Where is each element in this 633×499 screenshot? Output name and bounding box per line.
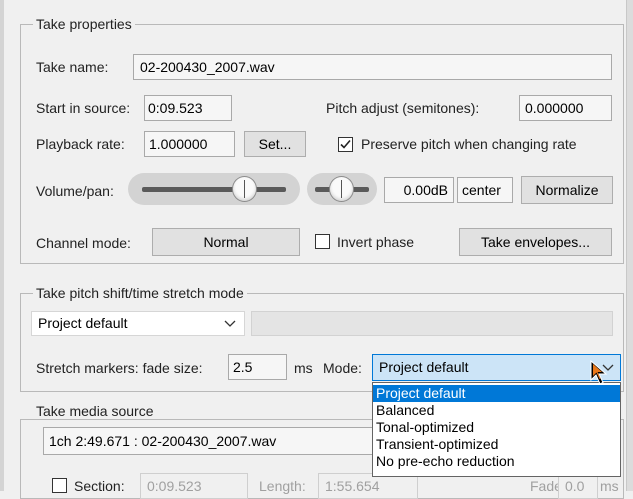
preserve-pitch-checkbox[interactable] xyxy=(338,137,353,152)
fade-size-ms-label: ms xyxy=(294,360,313,376)
normalize-button[interactable]: Normalize xyxy=(521,176,613,204)
pitch-adjust-label: Pitch adjust (semitones): xyxy=(326,100,480,116)
start-in-source-label: Start in source: xyxy=(36,100,131,116)
dropdown-option-transient-optimized[interactable]: Transient-optimized xyxy=(373,436,620,453)
window-left-border xyxy=(0,0,4,491)
section-label: Section: xyxy=(74,478,125,494)
fade-ms-label: ms xyxy=(600,478,619,494)
dropdown-option-no-pre-echo-reduction[interactable]: No pre-echo reduction xyxy=(373,453,620,470)
mouse-cursor-icon xyxy=(590,360,608,385)
stretch-mode-dropdown-list: Project default Balanced Tonal-optimized… xyxy=(372,382,621,477)
dropdown-option-project-default[interactable]: Project default xyxy=(373,385,620,402)
take-envelopes-button[interactable]: Take envelopes... xyxy=(459,228,612,256)
stretch-mode-label: Mode: xyxy=(323,360,362,376)
invert-phase-checkbox[interactable] xyxy=(315,234,330,249)
invert-phase-label[interactable]: Invert phase xyxy=(337,233,414,251)
pitch-shift-mode-value: Project default xyxy=(38,315,128,331)
volume-input[interactable]: 0.00dB xyxy=(384,177,454,203)
checkmark-icon xyxy=(340,139,351,149)
channel-mode-label: Channel mode: xyxy=(36,235,131,251)
stretch-markers-label: Stretch markers: fade size: xyxy=(36,360,203,376)
stretch-mode-value: Project default xyxy=(379,359,469,375)
take-properties-title: Take properties xyxy=(33,16,135,32)
volume-pan-label: Volume/pan: xyxy=(36,183,114,199)
take-name-input[interactable]: 02-200430_2007.wav xyxy=(133,54,612,80)
media-source-field[interactable]: 1ch 2:49.671 : 02-200430_2007.wav xyxy=(43,427,375,455)
fade-size-input[interactable]: 2.5 xyxy=(228,354,287,380)
channel-mode-dropdown[interactable]: Normal xyxy=(152,228,300,256)
dropdown-option-tonal-optimized[interactable]: Tonal-optimized xyxy=(373,419,620,436)
window-right-border xyxy=(626,0,633,491)
section-start-input[interactable]: 0:09.523 xyxy=(140,473,248,499)
set-rate-button[interactable]: Set... xyxy=(244,131,306,157)
take-name-label: Take name: xyxy=(36,59,109,75)
pan-input[interactable]: center xyxy=(457,177,513,203)
pan-slider-thumb[interactable] xyxy=(329,176,354,202)
pitch-shift-mode-select[interactable]: Project default xyxy=(31,311,245,336)
pitch-shift-submode-select[interactable] xyxy=(251,311,613,336)
preserve-pitch-label[interactable]: Preserve pitch when changing rate xyxy=(361,135,577,153)
pitch-shift-title: Take pitch shift/time stretch mode xyxy=(33,285,247,301)
length-label: Length: xyxy=(259,478,306,494)
start-in-source-input[interactable]: 0:09.523 xyxy=(144,95,232,121)
playback-rate-input[interactable]: 1.000000 xyxy=(144,131,235,157)
volume-slider[interactable] xyxy=(128,173,300,205)
playback-rate-label: Playback rate: xyxy=(36,136,125,152)
dropdown-option-balanced[interactable]: Balanced xyxy=(373,402,620,419)
media-source-title: Take media source xyxy=(33,403,157,419)
chevron-down-icon xyxy=(224,320,236,327)
volume-slider-thumb[interactable] xyxy=(232,176,257,202)
pan-slider[interactable] xyxy=(307,173,377,205)
pitch-adjust-input[interactable]: 0.000000 xyxy=(519,95,612,121)
invert-phase-text: Invert phase xyxy=(337,234,415,250)
volume-slider-track xyxy=(142,187,286,192)
stretch-mode-select[interactable]: Project default xyxy=(372,354,621,381)
